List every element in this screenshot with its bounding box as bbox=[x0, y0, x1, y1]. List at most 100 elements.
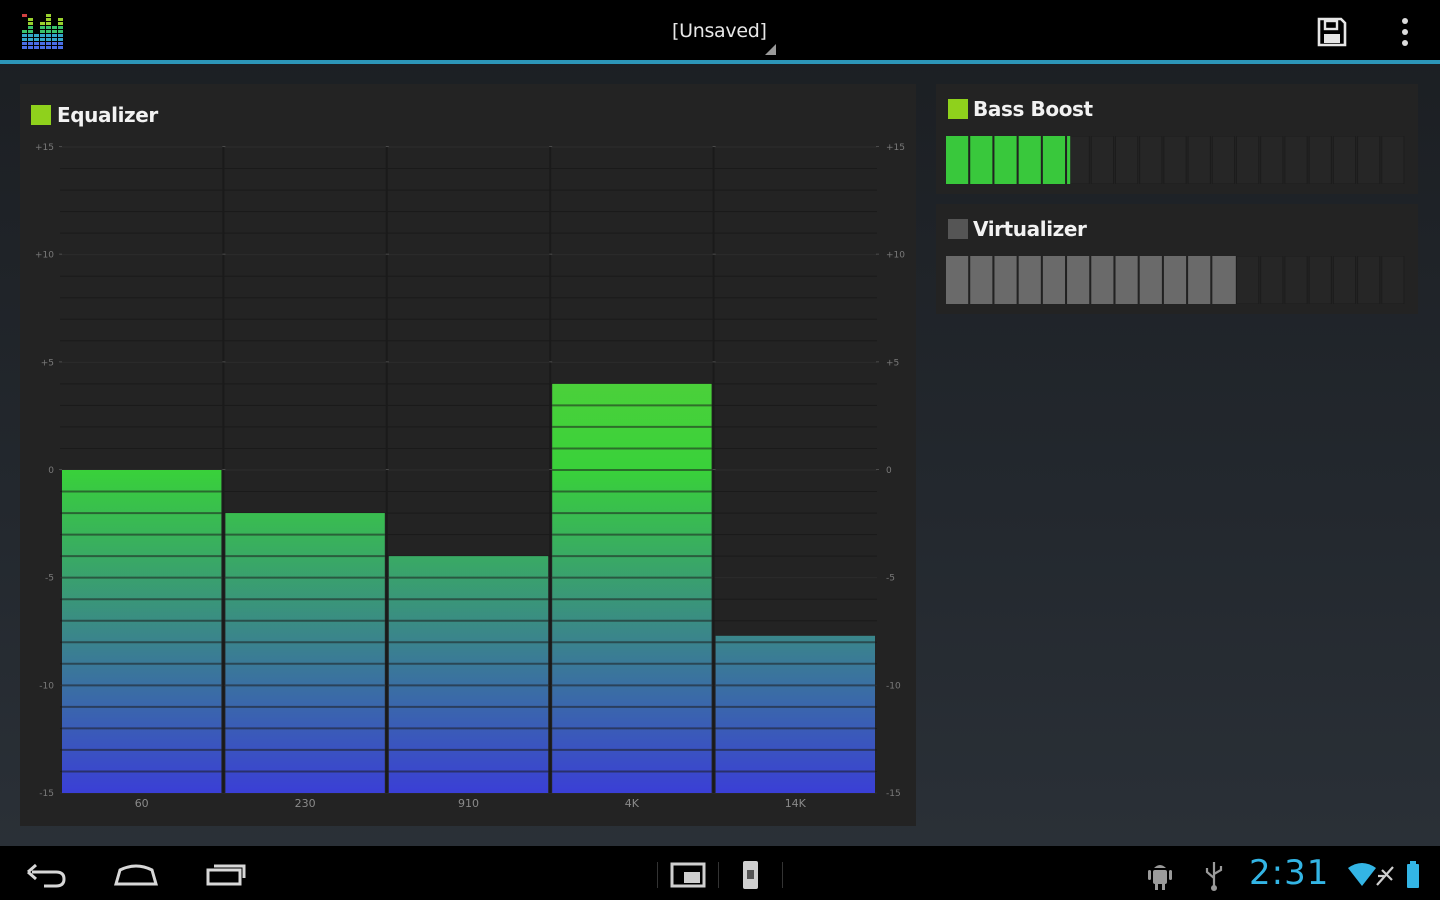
meter-segment-filled bbox=[946, 256, 969, 304]
app-icon-cell bbox=[46, 42, 51, 45]
tick-mark bbox=[59, 469, 62, 470]
meter-segment-filled bbox=[1115, 256, 1138, 304]
eq-band-bar[interactable] bbox=[62, 470, 222, 793]
meter-segment-empty bbox=[1260, 136, 1284, 184]
app-icon-cell bbox=[28, 22, 33, 25]
nav-divider bbox=[782, 862, 783, 888]
meter-segment-empty bbox=[1260, 256, 1284, 304]
tick-mark bbox=[222, 469, 226, 470]
meter-segment-filled bbox=[994, 136, 1017, 184]
nav-divider bbox=[718, 862, 719, 888]
app-icon-cell bbox=[46, 38, 51, 41]
equalizer-panel: Equalizer 60 230 910 4K 14K +15 +15 +10 +10 +5 +5 0… bbox=[20, 84, 916, 826]
eq-band-fill bbox=[552, 383, 712, 793]
y-tick-label-right: 0 bbox=[886, 466, 892, 476]
usb-icon bbox=[1205, 862, 1223, 891]
status-clock: 2:31 bbox=[1249, 853, 1330, 893]
app-icon-cell bbox=[46, 18, 51, 21]
save-icon[interactable] bbox=[1314, 14, 1350, 50]
nav-divider bbox=[657, 862, 658, 888]
usb-storage-icon[interactable] bbox=[738, 852, 764, 896]
app-icon-cell bbox=[46, 34, 51, 37]
tick-mark bbox=[222, 361, 226, 363]
tick-mark bbox=[876, 253, 879, 255]
meter-segment-filled bbox=[946, 136, 969, 184]
meter-segment-empty bbox=[1332, 256, 1357, 304]
meter-segment-empty bbox=[1308, 256, 1332, 304]
y-tick-label-right: -5 bbox=[886, 574, 895, 584]
back-icon[interactable] bbox=[22, 852, 70, 896]
app-icon-cell bbox=[52, 26, 57, 29]
app-icon-cell bbox=[58, 46, 63, 49]
app-icon-cell bbox=[34, 46, 39, 49]
overflow-menu-icon[interactable] bbox=[1394, 14, 1416, 50]
equalizer-app-icon[interactable] bbox=[20, 12, 64, 52]
app-icon-cell bbox=[28, 42, 33, 45]
meter-segment-empty bbox=[1066, 136, 1090, 184]
eq-band-bar[interactable] bbox=[388, 556, 549, 793]
home-icon[interactable] bbox=[112, 852, 160, 896]
app-icon-cell bbox=[34, 38, 39, 41]
app-icon-cell bbox=[52, 46, 57, 49]
screenshot-icon[interactable] bbox=[668, 852, 708, 896]
airplane-icon bbox=[1376, 866, 1394, 886]
meter-segment-empty bbox=[1357, 136, 1381, 184]
android-debug-icon bbox=[1148, 865, 1172, 890]
meter-segment-filled bbox=[1163, 256, 1187, 304]
app-icon-cell bbox=[22, 42, 27, 45]
bass-boost-slider[interactable] bbox=[946, 136, 1406, 184]
meter-segment-empty bbox=[1114, 136, 1139, 184]
preset-title[interactable]: [Unsaved] bbox=[672, 20, 767, 42]
virtualizer-slider[interactable] bbox=[946, 256, 1406, 304]
app-icon-cell bbox=[40, 38, 45, 41]
meter-segment-filled bbox=[1188, 256, 1211, 304]
virtualizer-panel: Virtualizer bbox=[936, 204, 1418, 314]
recent-apps-icon[interactable] bbox=[202, 852, 250, 896]
app-icon-cell bbox=[22, 38, 27, 41]
app-icon-cell bbox=[34, 34, 39, 37]
eq-band-fill bbox=[62, 470, 222, 793]
app-icon-cell bbox=[40, 46, 45, 49]
eq-band-bar[interactable] bbox=[552, 383, 712, 793]
tick-mark bbox=[59, 361, 62, 363]
meter-segment-empty bbox=[1236, 256, 1260, 304]
app-icon-cell bbox=[52, 30, 57, 33]
app-icon-cell bbox=[58, 42, 63, 45]
app-icon-cell bbox=[46, 46, 51, 49]
y-tick-label-left: -15 bbox=[39, 789, 54, 799]
app-icon-cell bbox=[34, 42, 39, 45]
meter-segment-empty bbox=[1381, 256, 1405, 304]
meter-segment-filled bbox=[1067, 136, 1071, 184]
tick-mark bbox=[385, 469, 389, 470]
virtualizer-enable-checkbox[interactable] bbox=[948, 219, 968, 239]
meter-segment-filled bbox=[1018, 256, 1041, 304]
app-icon-cell bbox=[40, 34, 45, 37]
app-icon-cell bbox=[46, 14, 51, 17]
app-icon-cell bbox=[52, 38, 57, 41]
equalizer-chart[interactable]: 60 230 910 4K 14K +15 +15 +10 +10 +5 +5 0 0 -5 -5 -10 -1… bbox=[20, 84, 916, 826]
app-icon-cell bbox=[22, 14, 27, 17]
y-tick-label-right: +5 bbox=[886, 358, 899, 368]
eq-band-bar[interactable] bbox=[225, 513, 385, 793]
tick-mark bbox=[222, 146, 226, 147]
tick-mark bbox=[59, 146, 62, 147]
bass-boost-enable-checkbox[interactable] bbox=[948, 99, 968, 119]
app-icon-cell bbox=[58, 18, 63, 21]
eq-band-fill bbox=[225, 513, 385, 793]
y-tick-label-left: 0 bbox=[48, 466, 54, 476]
y-tick-label-right: -15 bbox=[886, 789, 901, 799]
tick-mark bbox=[549, 146, 553, 147]
y-tick-label-left: +15 bbox=[35, 143, 54, 153]
meter-segment-empty bbox=[1381, 136, 1405, 184]
meter-segment-empty bbox=[1357, 256, 1381, 304]
tick-mark bbox=[712, 146, 716, 147]
action-bar-divider bbox=[0, 60, 1440, 64]
frequency-label: 230 bbox=[295, 797, 316, 810]
eq-band-bar[interactable] bbox=[715, 635, 875, 793]
app-icon-cell bbox=[46, 26, 51, 29]
tick-mark bbox=[385, 146, 389, 147]
tick-mark bbox=[222, 253, 226, 255]
app-icon-cell bbox=[52, 42, 57, 45]
tick-mark bbox=[876, 361, 879, 363]
meter-segment-filled bbox=[1139, 256, 1162, 304]
